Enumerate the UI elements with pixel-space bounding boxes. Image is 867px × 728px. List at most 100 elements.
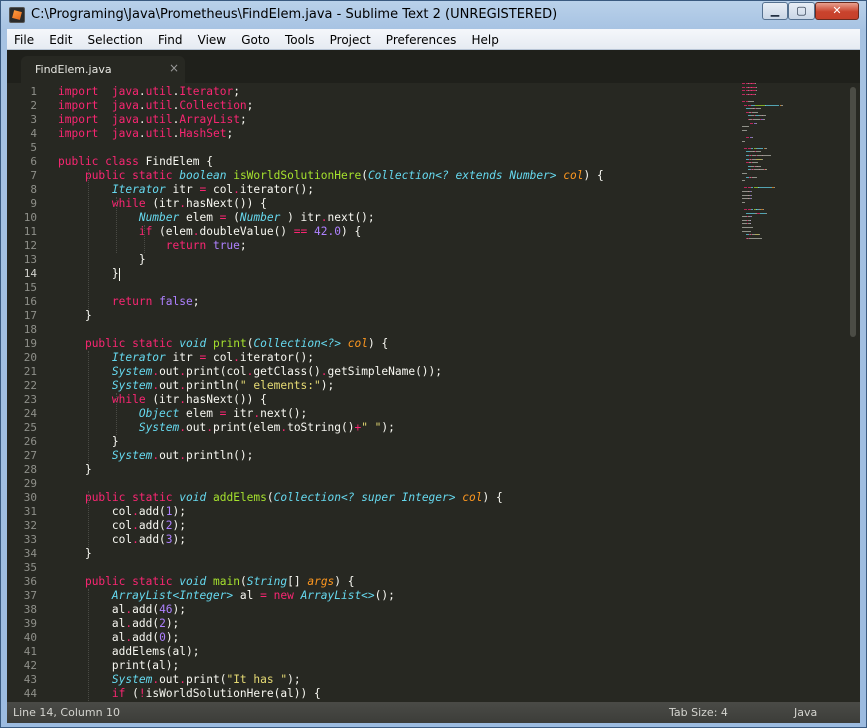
menu-find[interactable]: Find [153, 30, 188, 50]
minimap-line [742, 227, 753, 228]
minimap-line [752, 137, 753, 138]
syntax-indicator[interactable]: Java [794, 702, 817, 723]
code-token: ); [381, 421, 395, 434]
code-line[interactable]: addElems(al); [58, 645, 200, 659]
code-line[interactable]: import java.util.ArrayList; [58, 113, 247, 127]
line-number: 19 [23, 337, 37, 350]
code-line[interactable]: ArrayList<Integer> al = new ArrayList<>(… [58, 589, 395, 603]
code-token: al [233, 589, 261, 602]
line-number: 5 [30, 141, 37, 154]
code-line[interactable]: col.add(3); [58, 533, 186, 547]
code-line[interactable]: Iterator itr = col.iterator(); [58, 183, 314, 197]
code-line[interactable]: while (itr.hasNext()) { [58, 393, 267, 407]
code-token: out [159, 379, 180, 392]
minimap-line [755, 151, 761, 153]
title-bar[interactable]: C:\Programing\Java\Prometheus\FindElem.j… [1, 1, 866, 29]
code-line[interactable]: if (elem.doubleValue() == 42.0) { [58, 225, 361, 239]
code-token: ( [361, 169, 368, 182]
code-line[interactable]: System.out.print(col.getClass().getSimpl… [58, 365, 442, 379]
code-line[interactable]: } [58, 309, 92, 323]
code-line[interactable]: import java.util.Collection; [58, 99, 253, 113]
code-line[interactable]: Iterator itr = col.iterator(); [58, 351, 314, 365]
menu-preferences[interactable]: Preferences [381, 30, 462, 50]
code-token: Number [138, 211, 180, 224]
code-token: . [320, 365, 328, 378]
menu-help[interactable]: Help [466, 30, 503, 50]
menu-file[interactable]: File [9, 30, 39, 50]
code-token: addElems(al); [58, 645, 200, 658]
code-line[interactable]: Object elem = itr.next(); [58, 407, 307, 421]
code-line[interactable]: import java.util.HashSet; [58, 127, 233, 141]
menu-view[interactable]: View [193, 30, 231, 50]
scrollbar-thumb[interactable] [850, 87, 856, 337]
vertical-scrollbar[interactable] [847, 83, 857, 702]
code-token: al [58, 631, 126, 644]
code-line[interactable]: al.add(2); [58, 617, 179, 631]
tab-findelem-java[interactable]: FindElem.java × [21, 56, 185, 83]
minimize-button[interactable]: ▁ [762, 2, 788, 20]
close-button[interactable]: ✕ [815, 2, 859, 20]
code-line[interactable]: print(al); [58, 659, 179, 673]
code-line[interactable]: public static void main(String[] args) { [58, 575, 355, 589]
minimap[interactable] [742, 83, 842, 243]
code-line[interactable]: public static boolean isWorldSolutionHer… [58, 169, 604, 183]
code-token: return [111, 295, 153, 308]
code-line[interactable]: if (!isWorldSolutionHere(al)) { [58, 687, 321, 701]
sublime-app-icon[interactable] [9, 7, 25, 23]
code-line[interactable]: col.add(1); [58, 505, 186, 519]
code-token: out [159, 365, 180, 378]
tab-close-icon[interactable]: × [169, 61, 179, 75]
menu-selection[interactable]: Selection [83, 30, 148, 50]
code-token: elem [179, 407, 220, 420]
code-line[interactable]: System.out.println(" elements:"); [58, 379, 334, 393]
code-token: . [233, 183, 240, 196]
text-cursor [118, 267, 120, 281]
code-line[interactable]: al.add(0); [58, 631, 179, 645]
menu-edit[interactable]: Edit [44, 30, 77, 50]
code-line[interactable]: } [58, 547, 92, 561]
menu-tools[interactable]: Tools [280, 30, 320, 50]
code-line[interactable]: public class FindElem { [58, 155, 213, 169]
code-token: " elements:" [239, 379, 321, 392]
code-line[interactable]: return true; [58, 239, 247, 253]
code-line[interactable]: while (itr.hasNext()) { [58, 197, 267, 211]
code-token: return [165, 239, 207, 252]
code-line[interactable]: col.add(2); [58, 519, 186, 533]
menu-goto[interactable]: Goto [236, 30, 275, 50]
line-number: 16 [23, 295, 37, 308]
code-line[interactable]: System.out.print(elem.toString()+" "); [58, 421, 395, 435]
code-line[interactable]: public static void print(Collection<?> c… [58, 337, 388, 351]
code-token: if [111, 687, 126, 700]
code-token: main [213, 575, 240, 588]
code-line[interactable]: Number elem = (Number ) itr.next(); [58, 211, 375, 225]
code-token: print(al); [58, 659, 180, 672]
code-line[interactable]: al.add(46); [58, 603, 186, 617]
code-line[interactable]: } [58, 253, 146, 267]
tab-size-indicator[interactable]: Tab Size: 4 [669, 702, 728, 723]
code-token: static [132, 337, 173, 350]
code-token: println( [186, 379, 240, 392]
code-token: ; [239, 113, 247, 126]
code-token: public [84, 491, 126, 504]
code-token: Object [138, 407, 180, 420]
code-line[interactable]: System.out.print("It has "); [58, 673, 301, 687]
code-token: new [273, 589, 294, 602]
indent-guide [88, 491, 89, 547]
code-line[interactable]: } [58, 463, 92, 477]
minimap-line [766, 169, 767, 171]
code-token: ) { [334, 575, 355, 588]
code-area[interactable]: 1 2 3 4 5 6 7 8 9 10 11 12 13 14 15 16 17 18 19 20 21 22 23 24 2… [7, 83, 860, 702]
maximize-button[interactable]: ▢ [788, 2, 815, 20]
line-number: 31 [23, 505, 37, 518]
menu-project[interactable]: Project [325, 30, 376, 50]
code-line[interactable]: public static void addElems(Collection<?… [58, 491, 503, 505]
code-token: ; [233, 85, 240, 98]
minimap-line [750, 198, 752, 200]
code-token: ) { [340, 225, 362, 238]
code-line[interactable]: import java.util.Iterator; [58, 85, 240, 99]
code-line[interactable]: return false; [58, 295, 200, 309]
